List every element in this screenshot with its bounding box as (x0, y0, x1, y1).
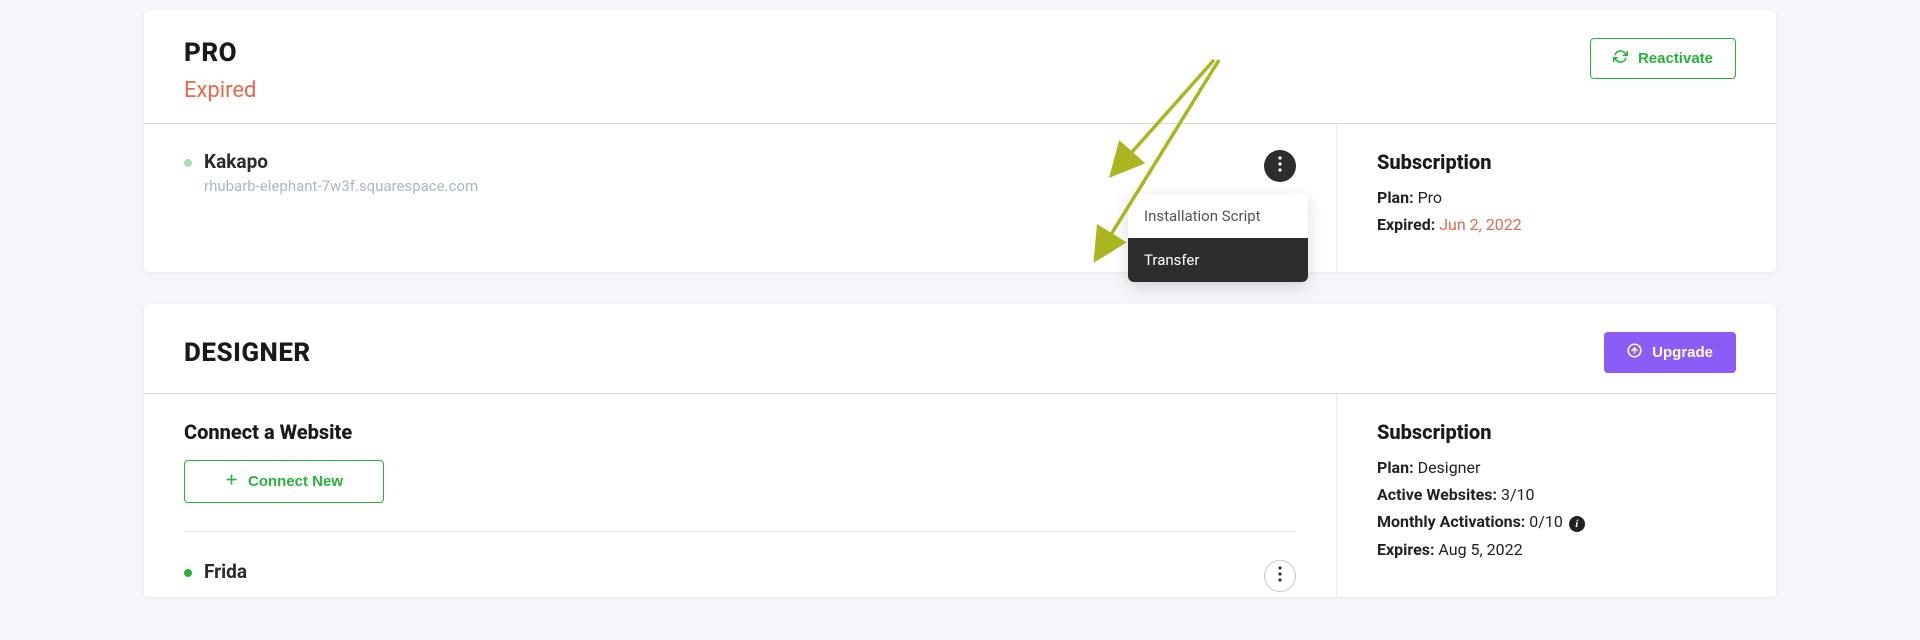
site-name: Frida (204, 560, 1252, 583)
pro-title-block: PRO Expired (184, 38, 256, 103)
monthly-label: Monthly Activations: (1377, 512, 1525, 531)
connect-new-label: Connect New (248, 473, 343, 490)
upgrade-button[interactable]: Upgrade (1604, 332, 1736, 373)
expired-label: Expired: (1377, 215, 1435, 234)
subscription-plan-line: Plan: Pro (1377, 188, 1736, 207)
site-actions-dropdown: Installation Script Transfer (1128, 194, 1308, 282)
active-value: 3/10 (1501, 485, 1535, 504)
monthly-value: 0/10 (1529, 512, 1563, 531)
subscription-plan-line: Plan: Designer (1377, 458, 1736, 477)
refresh-icon (1613, 49, 1628, 68)
upgrade-label: Upgrade (1652, 344, 1713, 361)
site-info: Kakapo rhubarb-elephant-7w3f.squarespace… (204, 150, 1252, 195)
expired-value: Jun 2, 2022 (1439, 215, 1522, 234)
connect-new-button[interactable]: Connect New (184, 460, 384, 503)
plan-status: Expired (184, 78, 256, 103)
pro-card-header: PRO Expired Reactivate (144, 10, 1776, 123)
pro-card-body: Kakapo rhubarb-elephant-7w3f.squarespace… (144, 124, 1776, 272)
connect-heading: Connect a Website (184, 420, 1296, 444)
pro-right-col: Subscription Plan: Pro Expired: Jun 2, 2… (1336, 124, 1776, 272)
more-button[interactable]: Installation Script Transfer (1264, 150, 1296, 182)
designer-card: DESIGNER Upgrade Connect a Website Conne… (144, 304, 1776, 597)
plan-value: Designer (1418, 458, 1481, 477)
plan-label: Plan: (1377, 458, 1414, 477)
upload-circle-icon (1627, 343, 1642, 362)
expires-label: Expires: (1377, 540, 1434, 559)
active-label: Active Websites: (1377, 485, 1497, 504)
site-info: Frida (204, 560, 1252, 583)
more-vertical-icon (1278, 566, 1282, 586)
site-row: Frida (184, 560, 1296, 592)
pro-card: PRO Expired Reactivate Kakapo rhubarb-el… (144, 10, 1776, 272)
subscription-active-line: Active Websites: 3/10 (1377, 485, 1736, 504)
plan-label: Plan: (1377, 188, 1414, 207)
status-dot-icon (184, 569, 192, 577)
more-button[interactable] (1264, 560, 1296, 592)
status-dot-icon (184, 159, 192, 167)
subscription-expires-line: Expires: Aug 5, 2022 (1377, 540, 1736, 559)
subscription-expired-line: Expired: Jun 2, 2022 (1377, 215, 1736, 234)
more-vertical-icon (1278, 156, 1282, 176)
site-domain[interactable]: rhubarb-elephant-7w3f.squarespace.com (204, 177, 1252, 195)
site-name: Kakapo (204, 150, 1252, 173)
reactivate-button[interactable]: Reactivate (1590, 38, 1736, 79)
designer-card-header: DESIGNER Upgrade (144, 304, 1776, 393)
subscription-heading: Subscription (1377, 420, 1736, 444)
plan-title: PRO (184, 38, 256, 68)
plan-title: DESIGNER (184, 338, 311, 368)
subscription-heading: Subscription (1377, 150, 1736, 174)
pro-left-col: Kakapo rhubarb-elephant-7w3f.squarespace… (144, 124, 1336, 272)
plus-icon (225, 473, 238, 490)
designer-right-col: Subscription Plan: Designer Active Websi… (1336, 394, 1776, 597)
designer-card-body: Connect a Website Connect New Frida (144, 394, 1776, 597)
site-row: Kakapo rhubarb-elephant-7w3f.squarespace… (184, 150, 1296, 195)
dropdown-item-install-script[interactable]: Installation Script (1128, 194, 1308, 238)
subscription-monthly-line: Monthly Activations: 0/10 i (1377, 512, 1736, 532)
dropdown-item-transfer[interactable]: Transfer (1128, 238, 1308, 282)
info-icon[interactable]: i (1569, 516, 1585, 532)
expires-value: Aug 5, 2022 (1438, 540, 1522, 559)
site-list-section: Frida (184, 531, 1296, 592)
plan-value: Pro (1418, 188, 1442, 207)
reactivate-label: Reactivate (1638, 50, 1713, 67)
designer-left-col: Connect a Website Connect New Frida (144, 394, 1336, 597)
